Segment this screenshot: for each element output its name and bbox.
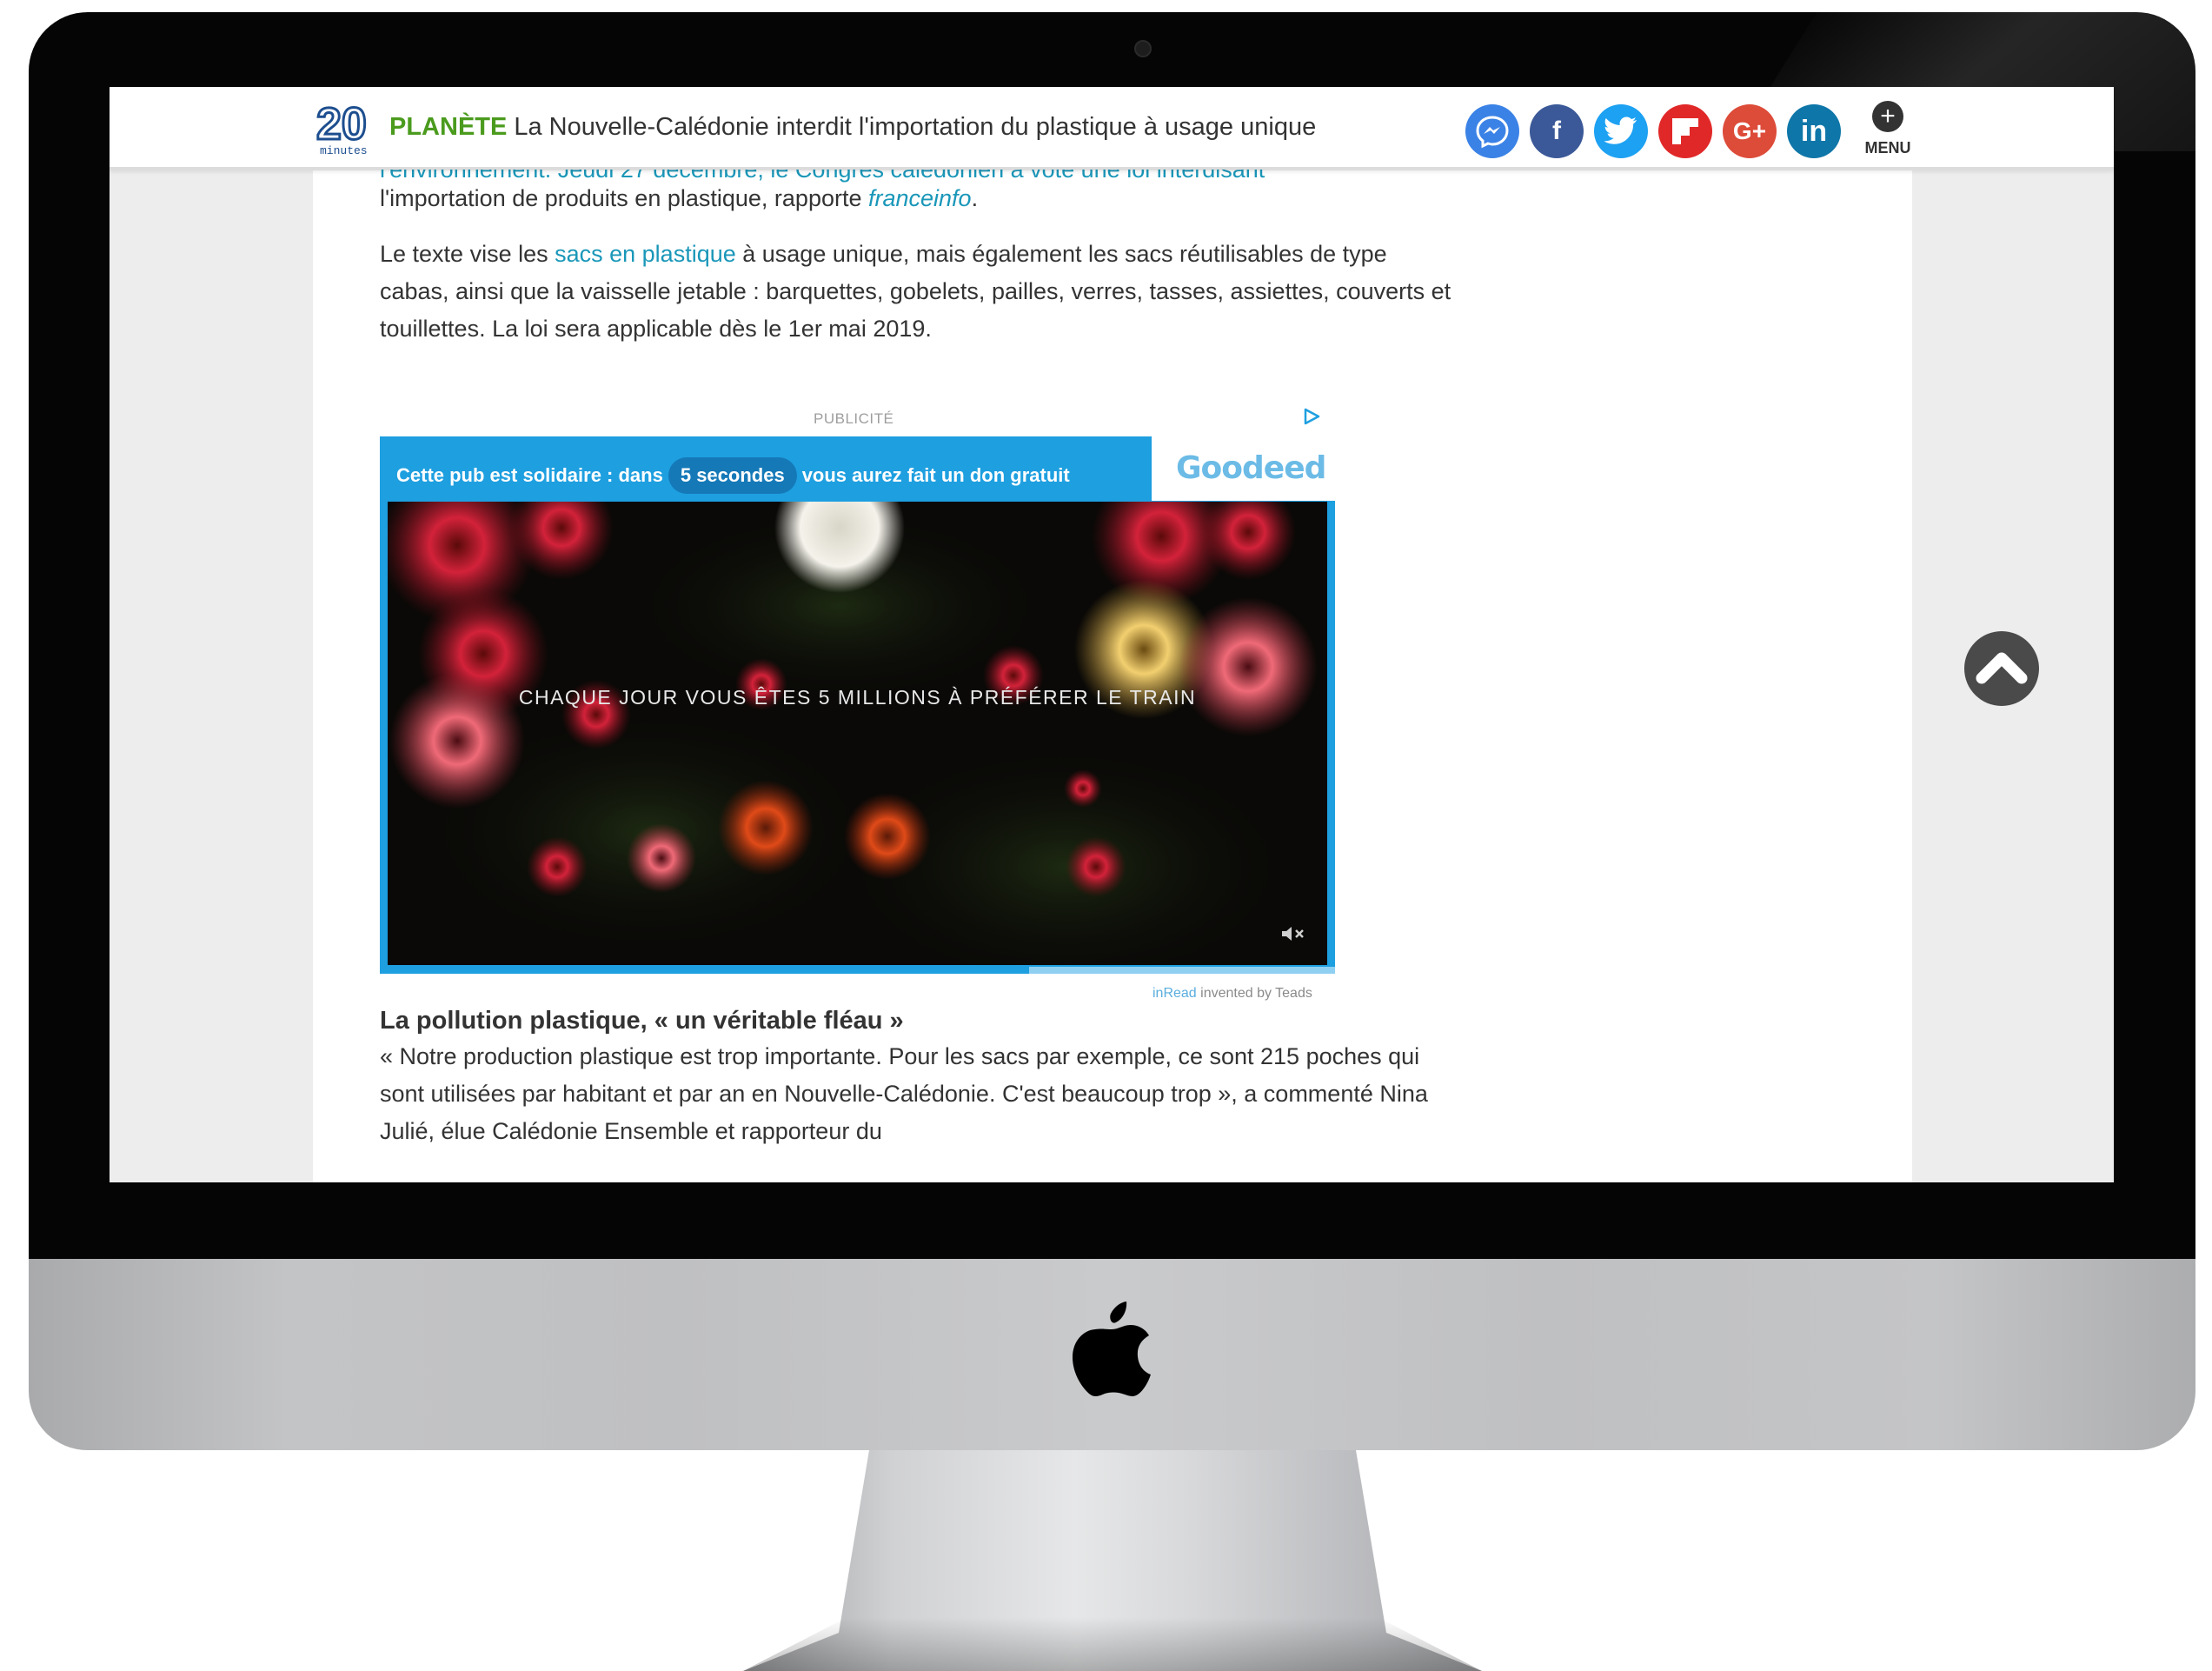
menu-label: MENU [1864, 139, 1911, 156]
ad-banner-after: vous aurez fait un don gratuit [801, 464, 1070, 486]
twitter-icon [1604, 117, 1637, 144]
flowers-image [388, 502, 1327, 965]
sticky-header: 20 minutes PLANÈTE La Nouvelle-Calédonie … [110, 87, 2114, 170]
p1-text: l'importation de produits en plastique, … [380, 185, 868, 211]
header-title: PLANÈTE La Nouvelle-Calédonie interdit l'… [389, 113, 1316, 142]
scroll-to-top-button[interactable] [1964, 631, 2039, 706]
p2-start: Le texte vise les [380, 241, 555, 267]
facebook-icon: f [1552, 117, 1561, 145]
share-messenger-button[interactable] [1465, 104, 1519, 158]
20minutes-logo[interactable]: 20 minutes [315, 99, 372, 156]
franceinfo-link[interactable]: franceinfo [868, 185, 972, 211]
menu-button[interactable]: + MENU [1860, 101, 1916, 158]
share-linkedin-button[interactable]: in [1787, 104, 1841, 158]
adchoices-play-icon[interactable] [1302, 407, 1321, 426]
article-subheading: La pollution plastique, « un véritable f… [380, 1007, 904, 1035]
plus-icon: + [1872, 101, 1903, 132]
ad-progress-bar [380, 967, 1335, 974]
browser-screen: l'environnement. Jeudi 27 décembre, le C… [110, 87, 2114, 1182]
google-plus-icon: G+ [1732, 117, 1767, 144]
ad-brand-box[interactable]: Goodeed [1152, 436, 1335, 501]
inread-label: inRead [1152, 986, 1197, 1001]
ad-banner: Cette pub est solidaire : dans 5 secondes… [396, 457, 1070, 494]
logo-number: 20 [316, 99, 367, 150]
p1-end: . [971, 185, 979, 211]
goodeed-logo: Goodeed [1176, 450, 1326, 486]
article-paragraph-2: Le texte vise les sacs en plastique à us… [380, 236, 1458, 348]
camera-icon [1134, 40, 1152, 57]
ad-countdown-pill: 5 secondes [668, 457, 797, 494]
stand-shadow [743, 1617, 1482, 1671]
ad-banner-before: Cette pub est solidaire : dans [396, 464, 663, 486]
messenger-icon [1476, 116, 1509, 149]
header-article-title: La Nouvelle-Calédonie interdit l'importa… [514, 113, 1317, 141]
section-label[interactable]: PLANÈTE [389, 113, 507, 141]
chevron-up-icon [1976, 652, 2028, 684]
article-paragraph-3: « Notre production plastique est trop im… [380, 1038, 1458, 1150]
ad-progress-fill [380, 967, 1030, 974]
mute-icon[interactable] [1280, 924, 1308, 943]
plastic-bags-link[interactable]: sacs en plastique [555, 241, 736, 267]
flipboard-icon [1672, 118, 1698, 144]
logo-subtitle: minutes [320, 144, 368, 156]
share-twitter-button[interactable] [1594, 104, 1648, 158]
article-paragraph-1: l'importation de produits en plastique, … [380, 180, 1458, 217]
linkedin-icon: in [1800, 114, 1828, 148]
share-facebook-button[interactable]: f [1530, 104, 1584, 158]
p3-text: « Notre production plastique est trop im… [380, 1043, 1428, 1144]
teads-label: invented by Teads [1196, 986, 1312, 1001]
ad-video-player[interactable]: CHAQUE JOUR VOUS ÊTES 5 MILLIONS À PRÉFÉ… [388, 502, 1327, 965]
share-googleplus-button[interactable]: G+ [1723, 104, 1777, 158]
share-flipboard-button[interactable] [1658, 104, 1712, 158]
ad-label: PUBLICITÉ [814, 410, 894, 427]
ad-credit[interactable]: inRead invented by Teads [1152, 986, 1312, 1002]
ad-video-caption: CHAQUE JOUR VOUS ÊTES 5 MILLIONS À PRÉFÉ… [518, 686, 1197, 709]
video-ad[interactable]: Cette pub est solidaire : dans 5 secondes… [380, 436, 1335, 974]
apple-logo-icon [1073, 1302, 1151, 1397]
